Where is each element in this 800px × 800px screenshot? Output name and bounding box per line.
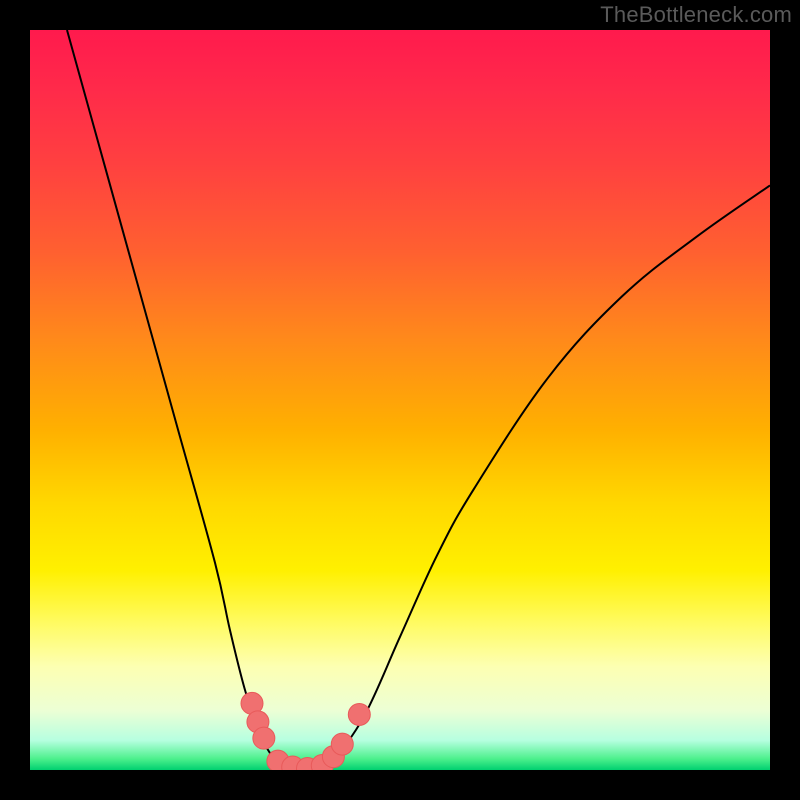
plot-area (30, 30, 770, 770)
watermark-text: TheBottleneck.com (600, 2, 792, 28)
curve-left-branch (67, 30, 289, 770)
markers-group (241, 692, 370, 770)
data-marker (253, 727, 275, 749)
data-marker (331, 733, 353, 755)
data-marker (348, 704, 370, 726)
chart-svg (30, 30, 770, 770)
curve-right-branch (326, 185, 770, 770)
